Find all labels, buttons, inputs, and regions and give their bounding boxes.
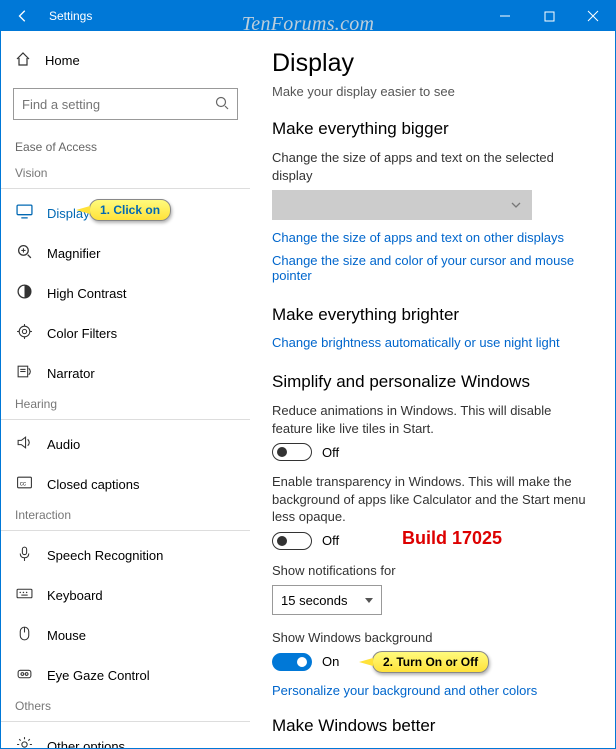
keyboard-icon — [15, 585, 33, 605]
chevron-down-icon — [510, 199, 522, 211]
sidebar: Home Ease of Access Vision Display 1. Cl… — [1, 31, 250, 748]
sidebar-item-label: Other options — [47, 739, 125, 749]
link-other-displays[interactable]: Change the size of apps and text on othe… — [272, 230, 593, 245]
sidebar-item-label: Keyboard — [47, 588, 103, 603]
transparency-label: Enable transparency in Windows. This wil… — [272, 473, 593, 526]
link-brightness[interactable]: Change brightness automatically or use n… — [272, 335, 593, 350]
minimize-button[interactable] — [483, 1, 527, 31]
subgroup-hearing: Hearing — [1, 393, 250, 415]
sidebar-item-label: Color Filters — [47, 326, 117, 341]
subgroup-vision: Vision — [1, 162, 250, 184]
home-label: Home — [45, 53, 80, 68]
section-brighter-heading: Make everything brighter — [272, 305, 593, 325]
reduce-animations-label: Reduce animations in Windows. This will … — [272, 402, 593, 437]
sidebar-item-label: Narrator — [47, 366, 95, 381]
display-scale-dropdown[interactable] — [272, 190, 532, 220]
sidebar-item-keyboard[interactable]: Keyboard — [1, 575, 250, 615]
back-button[interactable] — [1, 1, 45, 31]
magnifier-icon — [15, 243, 33, 263]
page-title: Display — [272, 49, 593, 78]
sidebar-item-audio[interactable]: Audio — [1, 424, 250, 464]
sidebar-item-high-contrast[interactable]: High Contrast — [1, 273, 250, 313]
maximize-button[interactable] — [527, 1, 571, 31]
color-filters-icon — [15, 323, 33, 343]
annotation-callout-2: 2. Turn On or Off — [372, 651, 489, 673]
section-better-heading: Make Windows better — [272, 716, 593, 736]
sidebar-item-eye-gaze[interactable]: Eye Gaze Control — [1, 655, 250, 695]
sidebar-item-display[interactable]: Display 1. Click on — [1, 193, 250, 233]
sidebar-item-label: Closed captions — [47, 477, 140, 492]
notification-duration-dropdown[interactable]: 15 seconds — [272, 585, 382, 615]
sidebar-item-magnifier[interactable]: Magnifier — [1, 233, 250, 273]
closed-captions-icon: cc — [15, 474, 33, 494]
sidebar-item-label: Speech Recognition — [47, 548, 163, 563]
sidebar-item-label: Mouse — [47, 628, 86, 643]
audio-icon — [15, 434, 33, 454]
narrator-icon — [15, 363, 33, 383]
toggle-reduce-animations[interactable] — [272, 443, 312, 461]
group-ease-of-access: Ease of Access — [1, 134, 250, 162]
gear-icon — [15, 736, 33, 748]
windows-background-label: Show Windows background — [272, 629, 593, 647]
section-bigger-heading: Make everything bigger — [272, 119, 593, 139]
sidebar-item-color-filters[interactable]: Color Filters — [1, 313, 250, 353]
section-simplify-heading: Simplify and personalize Windows — [272, 372, 593, 392]
search-icon — [214, 95, 230, 114]
annotation-callout-1: 1. Click on — [89, 199, 171, 221]
search-input[interactable] — [13, 88, 238, 120]
sidebar-item-label: Eye Gaze Control — [47, 668, 150, 683]
toggle-state: Off — [322, 533, 339, 548]
toggle-state: Off — [322, 445, 339, 460]
link-feedback[interactable]: Give us feedback — [272, 746, 593, 748]
home-button[interactable]: Home — [1, 41, 250, 80]
display-icon — [15, 203, 33, 223]
subgroup-interaction: Interaction — [1, 504, 250, 526]
window-title: Settings — [45, 9, 92, 23]
sidebar-item-mouse[interactable]: Mouse — [1, 615, 250, 655]
toggle-windows-background[interactable] — [272, 653, 312, 671]
link-cursor-pointer[interactable]: Change the size and color of your cursor… — [272, 253, 593, 283]
annotation-build: Build 17025 — [402, 528, 502, 549]
toggle-transparency[interactable] — [272, 532, 312, 550]
dropdown-value: 15 seconds — [281, 593, 348, 608]
sidebar-item-label: Audio — [47, 437, 80, 452]
content-pane: Display Make your display easier to see … — [250, 31, 615, 748]
sidebar-item-closed-captions[interactable]: cc Closed captions — [1, 464, 250, 504]
settings-window: TenForums.com Settings Home — [0, 0, 616, 749]
speech-icon — [15, 545, 33, 565]
svg-text:cc: cc — [19, 481, 26, 488]
subgroup-others: Others — [1, 695, 250, 717]
high-contrast-icon — [15, 283, 33, 303]
link-personalize[interactable]: Personalize your background and other co… — [272, 683, 593, 698]
sidebar-item-label: High Contrast — [47, 286, 126, 301]
sidebar-item-other-options[interactable]: Other options — [1, 726, 250, 748]
close-button[interactable] — [571, 1, 615, 31]
eye-gaze-icon — [15, 665, 33, 685]
mouse-icon — [15, 625, 33, 645]
page-subtitle: Make your display easier to see — [272, 84, 593, 99]
sidebar-item-narrator[interactable]: Narrator — [1, 353, 250, 393]
titlebar: Settings — [1, 1, 615, 31]
size-label: Change the size of apps and text on the … — [272, 149, 593, 184]
sidebar-item-speech-recognition[interactable]: Speech Recognition — [1, 535, 250, 575]
home-icon — [15, 51, 33, 70]
search — [13, 88, 238, 120]
sidebar-item-label: Magnifier — [47, 246, 100, 261]
notifications-label: Show notifications for — [272, 562, 593, 580]
toggle-state: On — [322, 654, 339, 669]
